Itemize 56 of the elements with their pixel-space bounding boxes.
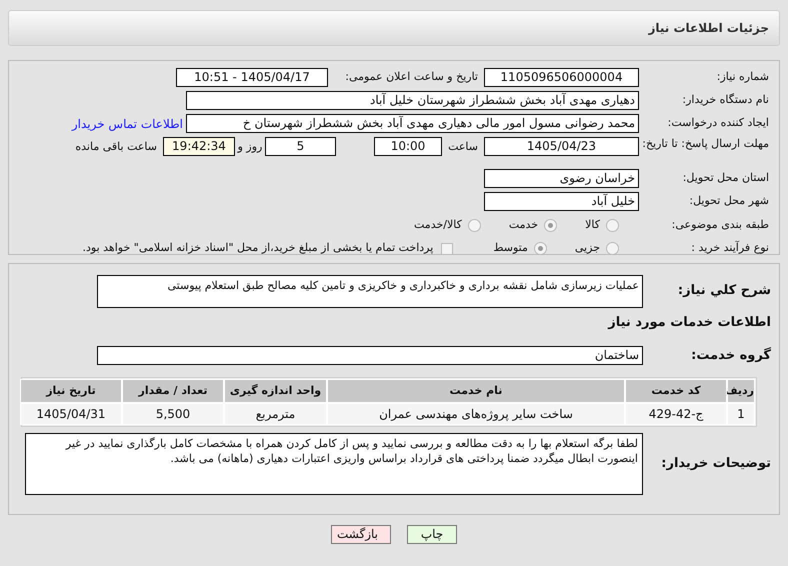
table-cell: ساخت سایر پروژه‌های مهندسی عمران [327, 403, 625, 425]
checkbox[interactable] [441, 242, 454, 254]
text-field[interactable]: 1405/04/17 - 10:51 [176, 68, 328, 87]
field-label: گروه خدمت: [690, 346, 771, 364]
column-header: نام خدمت [327, 379, 625, 403]
field-label: توضیحات خریدار: [660, 455, 771, 474]
description-box[interactable]: عملیات زیرسازی شامل نقشه برداری و خاکبرداری و خاکریزی و تامین کلیه مصالح طبق استعلام پیوستی [97, 275, 643, 308]
text-field[interactable]: خراسان رضوی [484, 169, 639, 188]
notes-box[interactable]: لطفا برگه استعلام بها را به دقت مطالعه و بررسی نمایید و پس از کامل کردن همراه با مشخصات کامل بارگذاری نمایید در غیر اینصورت ابطال میگردد ضمنا پرداختی های قرارداد براساس واریزی اعتبارات دهیاری (ماهانه) می باشد. [25, 433, 643, 495]
print-button[interactable]: چاپ [407, 525, 457, 544]
radio-label: کالا [585, 217, 600, 234]
table-cell: 1 [727, 403, 755, 425]
page-title: جزئیات اطلاعات نیاز [648, 20, 769, 37]
text-field[interactable]: 10:00 [374, 137, 442, 156]
text-field[interactable]: 5 [265, 137, 336, 156]
radio-button[interactable] [468, 219, 481, 232]
text-field[interactable]: 19:42:34 [163, 137, 235, 156]
text-field[interactable]: خلیل آباد [484, 192, 639, 211]
field-label: شماره نیاز: [716, 69, 769, 86]
text-field[interactable]: 1405/04/23 [484, 137, 639, 156]
field-label: ساعت [447, 139, 478, 155]
table-cell: ج-42-429 [625, 403, 727, 425]
column-header: واحد اندازه گیری [224, 379, 327, 403]
table-cell: 5,500 [122, 403, 224, 425]
field-label: شهر محل تحویل: [688, 193, 769, 210]
radio-button[interactable] [606, 219, 619, 232]
field-label: شرح کلي نياز: [676, 282, 771, 300]
radio-label: متوسط [493, 240, 528, 256]
column-header: کد خدمت [625, 379, 727, 403]
table-cell: 1405/04/31 [20, 403, 122, 425]
field-label: استان محل تحویل: [682, 170, 769, 186]
radio-button[interactable] [544, 219, 558, 232]
field-label: ایجاد کننده درخواست: [666, 115, 769, 132]
back-button[interactable]: بازگشت [331, 525, 391, 544]
column-header: تعداد / مقدار [122, 379, 224, 403]
text-field[interactable]: دهیاری مهدی آباد بخش ششطراز شهرستان خلیل آباد [186, 91, 639, 110]
table-cell: مترمربع [224, 403, 327, 425]
column-header: تاریخ نیاز [20, 379, 122, 403]
text-field[interactable]: ساختمان [97, 346, 643, 365]
radio-label: خدمت [508, 217, 538, 234]
contact-link[interactable]: اطلاعات تماس خریدار [72, 114, 183, 132]
field-label: تاریخ و ساعت اعلان عمومی: [344, 69, 478, 86]
field-label: طبقه بندی موضوعی: [670, 217, 769, 234]
radio-button[interactable] [534, 242, 547, 255]
field-label: ساعت باقی مانده [74, 139, 157, 155]
checkbox-label: پرداخت تمام یا بخشی از مبلغ خرید،از محل "اسناد خزانه اسلامی" خواهد بود. [82, 240, 434, 256]
text-field[interactable]: محمد رضوانی مسول امور مالی دهیاری مهدی آباد بخش ششطراز شهرستان خ [186, 114, 639, 133]
field-label: نام دستگاه خریدار: [681, 92, 769, 108]
radio-label: جزیی [574, 240, 600, 256]
field-label: مهلت ارسال پاسخ: تا تاریخ: [641, 137, 769, 151]
text-field[interactable]: 1105096506000004 [484, 68, 639, 87]
field-label: نوع فرآیند خرید : [690, 240, 769, 256]
section-title: اطلاعات خدمات مورد نیاز [606, 314, 771, 332]
radio-label: کالا/خدمت [414, 217, 462, 234]
field-label: روز و [236, 139, 264, 155]
radio-button[interactable] [606, 242, 619, 255]
